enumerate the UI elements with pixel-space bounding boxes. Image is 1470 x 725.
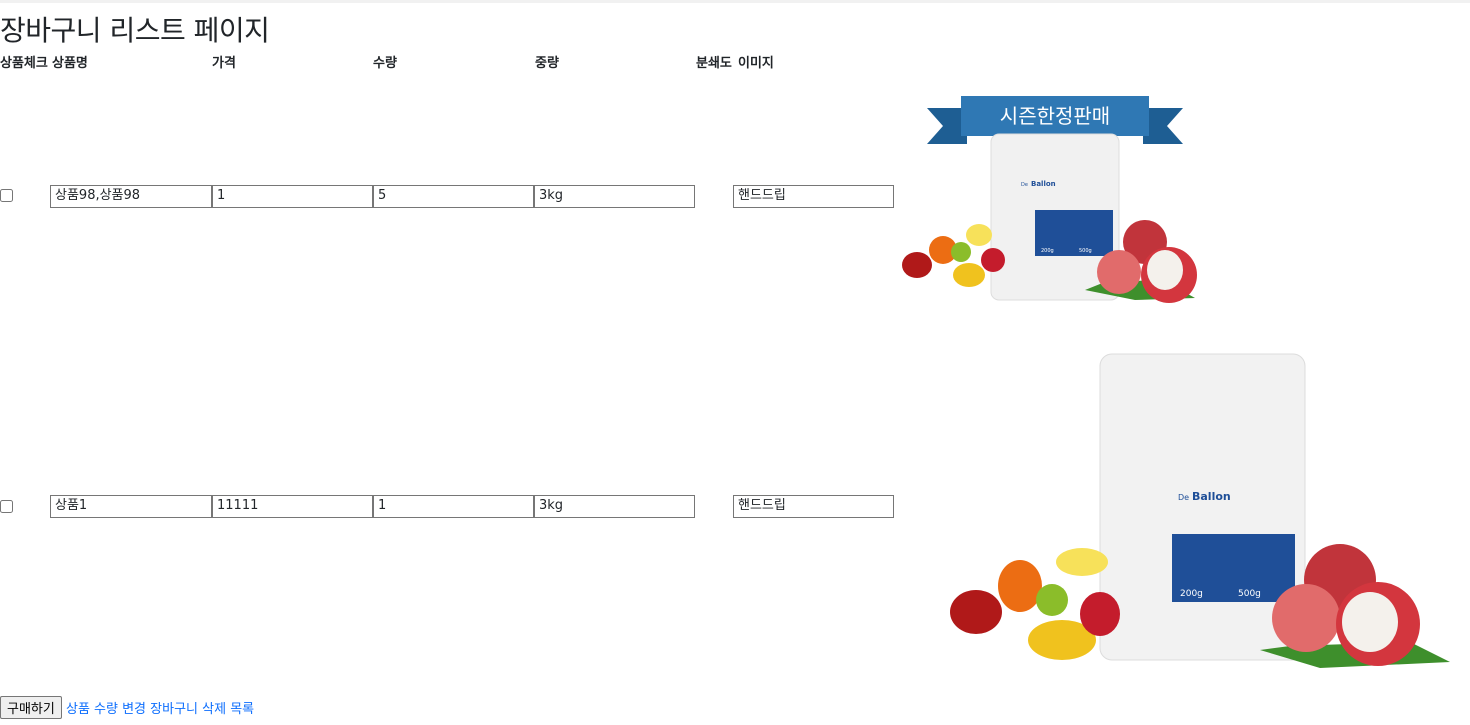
row-1-name[interactable]: 상품98,상품98 <box>50 185 212 208</box>
pouch-size-large: 500g <box>1079 248 1092 254</box>
pouch-brand-prefix: De <box>1021 182 1028 188</box>
pouch-brand-prefix: De <box>1178 493 1189 502</box>
row-1-qty[interactable]: 5 <box>373 185 534 208</box>
top-rule <box>0 0 1470 3</box>
row-1-grind[interactable]: 핸드드립 <box>733 185 894 208</box>
pouch-size-small: 200g <box>1180 589 1203 599</box>
row-1-checkbox[interactable] <box>0 189 13 202</box>
delete-cart-link[interactable]: 장바구니 삭제 <box>150 702 226 717</box>
pouch-size-large: 500g <box>1238 589 1261 599</box>
header-weight: 중량 <box>535 56 559 71</box>
header-qty: 수량 <box>373 56 397 71</box>
row-1-price[interactable]: 1 <box>212 185 373 208</box>
row-2-product-image: De Ballon 200g 500g <box>950 353 1450 668</box>
header-image: 이미지 <box>738 56 774 71</box>
row-2-checkbox[interactable] <box>0 500 13 513</box>
gummy-candies <box>902 224 1005 287</box>
pouch-size-small: 200g <box>1041 248 1054 254</box>
change-quantity-link[interactable]: 상품 수량 변경 <box>66 702 146 717</box>
page-title: 장바구니 리스트 페이지 <box>0 14 270 47</box>
row-2-qty[interactable]: 1 <box>373 495 534 518</box>
row-1-weight[interactable]: 3kg <box>534 185 695 208</box>
row-1-product-image: 시즌한정판매 De Ballon 200g 500g <box>902 96 1197 303</box>
header-check: 상품체크 <box>0 56 48 71</box>
header-price: 가격 <box>212 56 236 71</box>
list-link[interactable]: 목록 <box>230 702 254 717</box>
row-2-weight[interactable]: 3kg <box>534 495 695 518</box>
header-grind: 분쇄도 <box>696 56 732 71</box>
banner-text: 시즌한정판매 <box>1000 104 1110 128</box>
row-2-grind[interactable]: 핸드드립 <box>733 495 894 518</box>
pouch-brand: Ballon <box>1031 180 1056 188</box>
row-2-name[interactable]: 상품1 <box>50 495 212 518</box>
row-2-price[interactable]: 11111 <box>212 495 373 518</box>
header-name: 상품명 <box>52 56 88 71</box>
gummy-candies <box>950 548 1120 660</box>
buy-button[interactable]: 구매하기 <box>0 696 62 719</box>
cart-actions: 구매하기 상품 수량 변경 장바구니 삭제 목록 <box>0 696 254 720</box>
pouch-brand: Ballon <box>1192 490 1231 503</box>
